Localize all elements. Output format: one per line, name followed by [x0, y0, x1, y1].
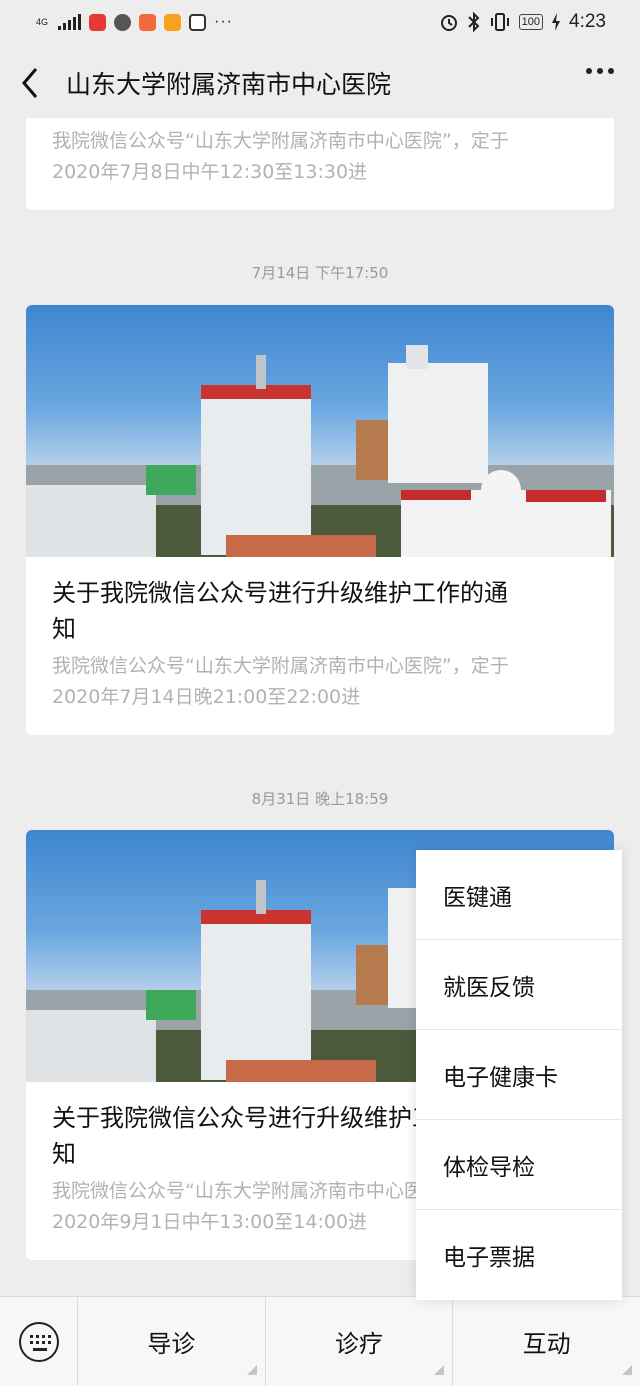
digest-line: 2020年7月8日中午12:30至13:30进	[52, 161, 368, 183]
more-dots-icon[interactable]	[586, 68, 614, 74]
submenu-item-e-receipt[interactable]: 电子票据	[416, 1210, 622, 1300]
submenu-item-feedback[interactable]: 就医反馈	[416, 940, 622, 1030]
page-title: 山东大学附属济南市中心医院	[66, 70, 392, 99]
article-card[interactable]: 关于我院微信公众号进行升级维护工作的通 知 我院微信公众号“山东大学附属济南市中…	[26, 305, 614, 735]
message-timestamp: 7月14日 下午17:50	[251, 264, 389, 282]
message-timestamp: 8月31日 晚上18:59	[251, 790, 389, 808]
menu-guide[interactable]: 导诊	[78, 1296, 266, 1386]
nav-bar: 山东大学附属济南市中心医院	[0, 48, 640, 118]
submenu-item-yijiantong[interactable]: 医键通	[416, 850, 622, 940]
keyboard-toggle-button[interactable]	[0, 1296, 78, 1386]
hospital-photo	[26, 305, 614, 557]
digest-line: 2020年7月14日晚21:00至22:00进	[52, 686, 361, 708]
digest-line: 我院微信公众号“山东大学附属济南市中心医院”，定于	[52, 655, 509, 677]
title-line: 关于我院微信公众号进行升级维护工作的通	[52, 579, 508, 607]
menu-treatment[interactable]: 诊疗	[266, 1296, 454, 1386]
submenu-item-health-card[interactable]: 电子健康卡	[416, 1030, 622, 1120]
article-digest: 我院微信公众号“山东大学附属济南市中心医院”，定于 2020年7月14日晚21:…	[26, 651, 614, 713]
menu-label: 诊疗	[335, 1330, 383, 1358]
back-arrow-icon	[22, 68, 38, 98]
back-button[interactable]	[0, 48, 60, 118]
submenu-indicator-icon	[246, 1364, 257, 1375]
keyboard-icon	[18, 1321, 59, 1362]
menu-interaction[interactable]: 互动	[453, 1297, 640, 1386]
submenu-indicator-icon	[434, 1364, 445, 1375]
article-title: 关于我院微信公众号进行升级维护工作的通 知	[26, 557, 614, 651]
title-line: 知	[52, 615, 76, 643]
interaction-submenu: 医键通 就医反馈 电子健康卡 体检导检 电子票据	[416, 850, 622, 1300]
menu-label: 互动	[522, 1330, 571, 1358]
submenu-indicator-icon	[622, 1364, 633, 1375]
bottom-menu-bar: 导诊 诊疗 互动	[0, 1296, 640, 1386]
submenu-item-checkup-guide[interactable]: 体检导检	[416, 1120, 622, 1210]
menu-label: 导诊	[147, 1330, 196, 1358]
digest-line: 我院微信公众号“山东大学附属济南市中心医院”，定于	[52, 130, 509, 152]
